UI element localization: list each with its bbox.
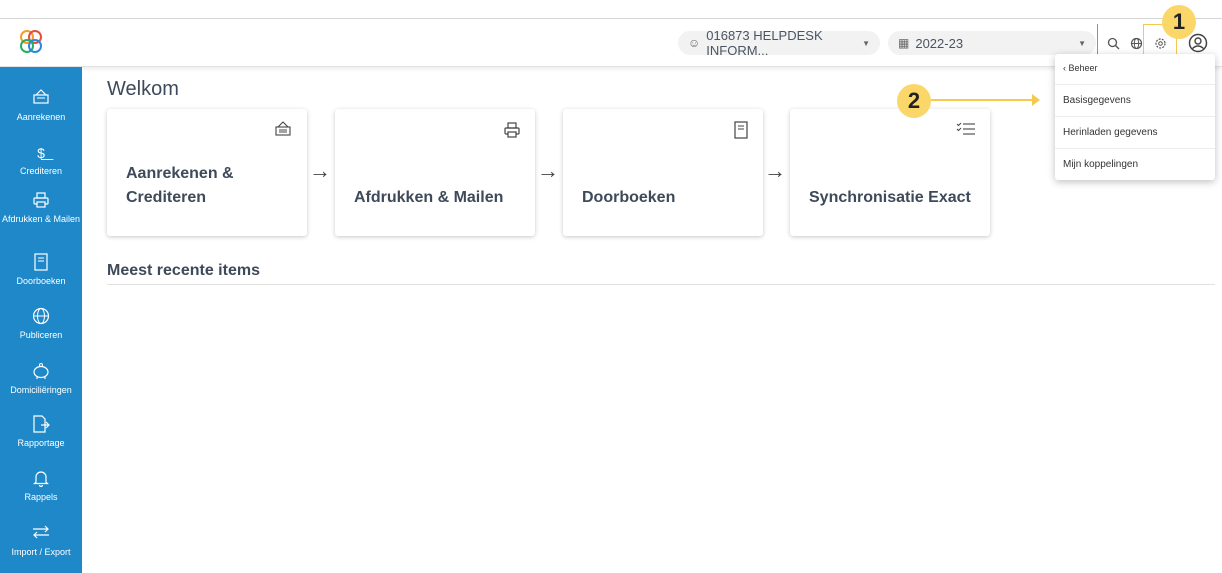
sidebar-item-label: Afdrukken & Mailen: [1, 214, 81, 224]
annotation-arrow-line: [931, 99, 1035, 101]
ledger-icon: [0, 253, 82, 273]
group-icon: ☺: [688, 36, 701, 50]
menu-back-beheer[interactable]: ‹ Beheer: [1063, 63, 1098, 73]
annotation-arrow-head: [1032, 94, 1040, 106]
flow-arrow: →: [764, 158, 786, 183]
card-title: Afdrukken & Mailen: [354, 189, 504, 206]
top-strip: [0, 0, 1222, 19]
gear-icon[interactable]: [1151, 34, 1169, 52]
export-file-icon: [0, 415, 82, 435]
year-selector[interactable]: ▦ 2022-23 ▼: [888, 31, 1096, 55]
sidebar-item-import-export[interactable]: Import / Export: [0, 524, 82, 558]
sidebar: Aanrekenen $͟ Crediteren Afdrukken & Mai…: [0, 67, 82, 573]
company-selector-value: 016873 HELPDESK INFORM...: [706, 28, 823, 58]
card-doorboeken[interactable]: Doorboeken: [563, 109, 763, 236]
sidebar-item-label: Publiceren: [19, 330, 63, 340]
divider: [107, 284, 1215, 285]
sidebar-item-crediteren[interactable]: $͟ Crediteren: [0, 143, 82, 177]
calendar-icon: ▦: [898, 36, 910, 50]
sidebar-item-label: Rapportage: [17, 438, 65, 448]
sidebar-item-rappels[interactable]: Rappels: [0, 469, 82, 503]
credit-icon: $͟: [37, 145, 45, 161]
flow-arrow: →: [537, 158, 559, 183]
card-aanrekenen-crediteren[interactable]: Aanrekenen & Crediteren: [107, 109, 307, 236]
card-afdrukken-mailen[interactable]: Afdrukken & Mailen: [335, 109, 535, 236]
year-selector-value: 2022-23: [915, 35, 964, 51]
toolbar-divider: [1097, 24, 1098, 56]
menu-item-basisgegevens[interactable]: Basisgegevens: [1055, 84, 1215, 115]
sidebar-item-afdrukken[interactable]: Afdrukken & Mailen: [0, 191, 82, 225]
chevron-down-icon: ▼: [1078, 38, 1086, 48]
globe-icon: [0, 307, 82, 327]
sidebar-item-doorboeken[interactable]: Doorboeken: [0, 253, 82, 287]
ledger-icon: [733, 121, 749, 144]
page-title: Welkom: [107, 78, 179, 100]
sidebar-item-label: Aanrekenen: [16, 112, 66, 122]
sidebar-item-label: Crediteren: [19, 166, 63, 176]
sidebar-item-rapportage[interactable]: Rapportage: [0, 415, 82, 449]
sidebar-item-label: Rappels: [24, 492, 58, 502]
bell-icon: [0, 469, 82, 489]
piggybank-icon: [0, 362, 82, 382]
sidebar-item-label: Import / Export: [11, 547, 71, 557]
user-icon[interactable]: [1187, 32, 1209, 54]
settings-menu: ‹ Beheer Basisgegevens Herinladen gegeve…: [1055, 54, 1215, 180]
annotation-badge-2: 2: [897, 84, 931, 118]
arrows-icon: [0, 524, 82, 544]
chevron-down-icon: ▼: [862, 38, 870, 48]
card-synchronisatie-exact[interactable]: Synchronisatie Exact: [790, 109, 990, 236]
top-bar: ☺ 016873 HELPDESK INFORM... ▼ ▦ 2022-23 …: [0, 19, 1222, 67]
invoice-icon: [273, 121, 293, 142]
invoice-icon: [0, 89, 82, 109]
recent-items-title: Meest recente items: [107, 262, 260, 279]
checklist-icon: [956, 121, 976, 142]
card-title: Aanrekenen & Crediteren: [126, 165, 234, 206]
sidebar-item-label: Domiciliëringen: [10, 385, 72, 395]
sidebar-item-domicilieringen[interactable]: Domiciliëringen: [0, 362, 82, 396]
printer-icon: [503, 121, 521, 144]
company-selector[interactable]: ☺ 016873 HELPDESK INFORM... ▼: [678, 28, 880, 58]
menu-item-mijn-koppelingen[interactable]: Mijn koppelingen: [1055, 148, 1215, 179]
card-title: Doorboeken: [582, 189, 676, 206]
search-icon[interactable]: [1104, 34, 1122, 52]
sidebar-item-label: Doorboeken: [16, 276, 66, 286]
flow-arrow: →: [309, 158, 331, 183]
menu-item-herinladen-gegevens[interactable]: Herinladen gegevens: [1055, 116, 1215, 147]
printer-icon: [0, 191, 82, 211]
sidebar-item-publiceren[interactable]: Publiceren: [0, 307, 82, 341]
card-title: Synchronisatie Exact: [809, 189, 971, 206]
app-logo-icon[interactable]: [18, 28, 44, 56]
sidebar-item-aanrekenen[interactable]: Aanrekenen: [0, 89, 82, 123]
annotation-badge-1: 1: [1162, 5, 1196, 39]
